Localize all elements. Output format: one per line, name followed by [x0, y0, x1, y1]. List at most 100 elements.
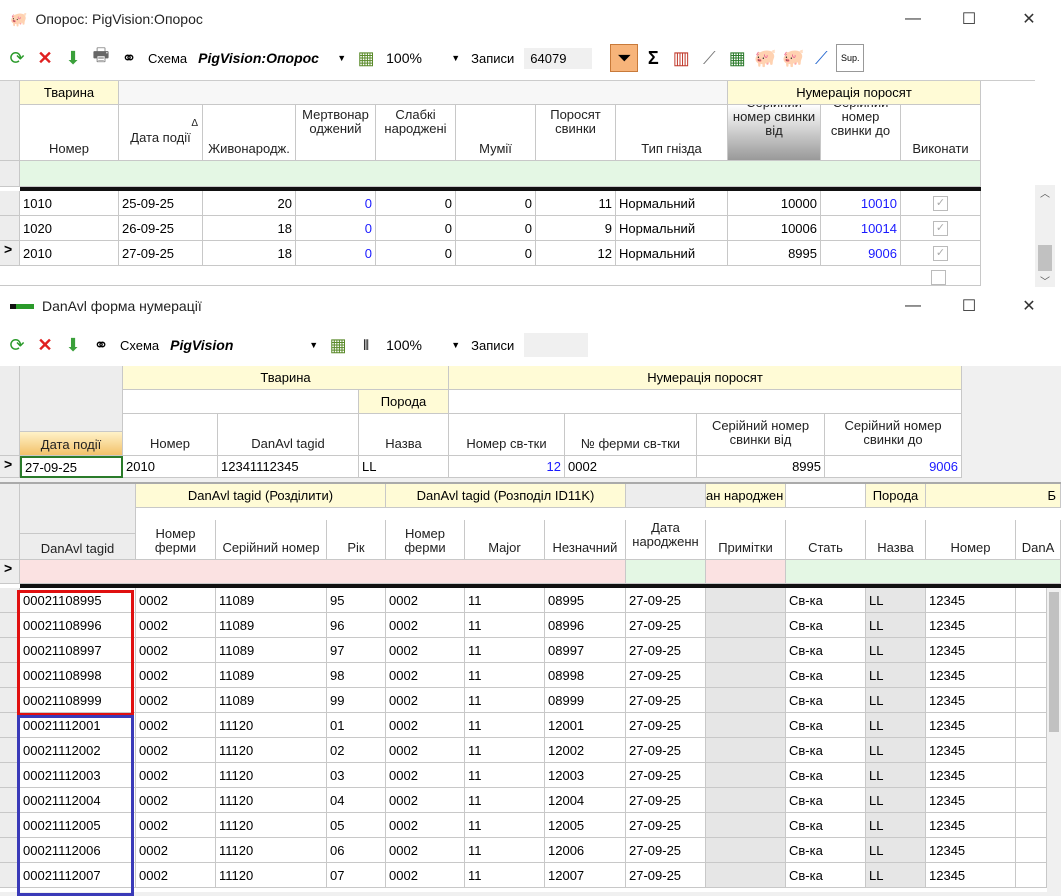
cell-danavl[interactable]	[1016, 688, 1047, 713]
cell-major[interactable]: 11	[465, 638, 545, 663]
cell-notes[interactable]	[706, 863, 786, 888]
cell-num[interactable]: 12345	[926, 588, 1016, 613]
cell-mertvo[interactable]: 0	[296, 191, 376, 216]
col-nomer[interactable]: Номер	[20, 105, 119, 161]
cell-breed[interactable]: LL	[866, 663, 926, 688]
cell-mertvo[interactable]: 0	[296, 216, 376, 241]
cell-mumii[interactable]: 0	[456, 216, 536, 241]
cell-year[interactable]: 96	[327, 613, 386, 638]
cell-major[interactable]: 11	[465, 763, 545, 788]
cell-minor[interactable]: 08996	[545, 613, 626, 638]
cell-farm2[interactable]: 0002	[386, 613, 465, 638]
vertical-scrollbar[interactable]	[1047, 588, 1061, 894]
cell-event-date[interactable]: 27-09-25	[20, 456, 123, 478]
cell-sex[interactable]: Св-ка	[786, 688, 866, 713]
cell-num[interactable]: 12345	[926, 838, 1016, 863]
col-notes[interactable]: Примітки	[706, 520, 786, 560]
cell-zhyvo[interactable]: 18	[203, 241, 296, 266]
cell-breed[interactable]: LL	[866, 588, 926, 613]
col-danavl[interactable]: DanA	[1016, 520, 1061, 560]
save-down-icon[interactable]: ⬇	[60, 332, 86, 358]
cell-sex[interactable]: Св-ка	[786, 663, 866, 688]
cell-danavl[interactable]	[1016, 638, 1047, 663]
cell-serial[interactable]: 11120	[216, 738, 327, 763]
cell-zhyvo[interactable]: 18	[203, 216, 296, 241]
cell-serial[interactable]: 11120	[216, 838, 327, 863]
cell-farm[interactable]: 0002	[136, 788, 216, 813]
cell-num[interactable]: 12345	[926, 663, 1016, 688]
cell-sex[interactable]: Св-ка	[786, 863, 866, 888]
cell-year[interactable]: 99	[327, 688, 386, 713]
cell-date[interactable]: 26-09-25	[119, 216, 203, 241]
cell-danavl[interactable]	[1016, 838, 1047, 863]
cell-serial[interactable]: 11089	[216, 588, 327, 613]
syringe-icon[interactable]: ⟋	[808, 45, 834, 71]
cell-major[interactable]: 11	[465, 688, 545, 713]
cell-sex[interactable]: Св-ка	[786, 588, 866, 613]
cell-year[interactable]: 07	[327, 863, 386, 888]
cell-serial[interactable]: 11120	[216, 763, 327, 788]
scrollbar-thumb[interactable]	[1038, 245, 1052, 271]
filter-row[interactable]	[20, 560, 626, 584]
col-sex[interactable]: Стать	[786, 520, 866, 560]
col-sow-farm[interactable]: № ферми св-тки	[565, 414, 697, 456]
delete-icon[interactable]: ✕	[32, 45, 58, 71]
cell-danavl[interactable]	[1016, 588, 1047, 613]
cell-born[interactable]: 27-09-25	[626, 763, 706, 788]
col-serial[interactable]: Серійний номер	[216, 520, 327, 560]
cell-farm2[interactable]: 0002	[386, 763, 465, 788]
col-major[interactable]: Major	[465, 520, 545, 560]
cell-to[interactable]: 9006	[825, 456, 962, 478]
checkbox[interactable]: ✓	[933, 195, 948, 211]
cell-major[interactable]: 11	[465, 663, 545, 688]
cell-born[interactable]: 27-09-25	[626, 638, 706, 663]
cell-born[interactable]: 27-09-25	[626, 838, 706, 863]
col-from[interactable]: Серійний номер свинки від	[697, 414, 825, 456]
col-date[interactable]: Δ Дата події	[119, 105, 203, 161]
col-year[interactable]: Рік	[327, 520, 386, 560]
cell-serial[interactable]: 11120	[216, 713, 327, 738]
cell-notes[interactable]	[706, 688, 786, 713]
filter-icon[interactable]: ⏷	[610, 44, 639, 72]
cell-born[interactable]: 27-09-25	[626, 588, 706, 613]
cell-sow-no[interactable]: 12	[449, 456, 565, 478]
print-icon[interactable]: 🖶	[88, 45, 114, 71]
cell-mumii[interactable]: 0	[456, 191, 536, 216]
cell-farm[interactable]: 0002	[136, 613, 216, 638]
cell-notes[interactable]	[706, 813, 786, 838]
execute-checkbox-cell[interactable]: ✓	[901, 241, 981, 266]
cell-born[interactable]: 27-09-25	[626, 663, 706, 688]
col-sow-no[interactable]: Номер св-тки	[449, 414, 565, 456]
cell-serial[interactable]: 11120	[216, 813, 327, 838]
execute-checkbox-cell[interactable]: ✓	[901, 216, 981, 241]
cell-year[interactable]: 97	[327, 638, 386, 663]
cell-year[interactable]: 02	[327, 738, 386, 763]
filter-row[interactable]	[626, 560, 706, 584]
vertical-scrollbar[interactable]: ︿ ﹀	[1035, 185, 1055, 289]
cell-farm[interactable]: 0002	[136, 813, 216, 838]
pig-add-icon[interactable]: 🐖	[752, 45, 778, 71]
filter-row[interactable]	[786, 560, 1061, 584]
delete-icon[interactable]: ✕	[32, 332, 58, 358]
cell-farm[interactable]: 0002	[136, 638, 216, 663]
col-from[interactable]: Серійний номер свинки від	[728, 105, 821, 161]
cell-major[interactable]: 11	[465, 863, 545, 888]
cell-from[interactable]: 10000	[728, 191, 821, 216]
cell-notes[interactable]	[706, 663, 786, 688]
col-porosyat[interactable]: Поросят свинки	[536, 105, 616, 161]
col-nomer[interactable]: Номер	[123, 414, 218, 456]
col-to[interactable]: Серійний номер свинки до	[825, 414, 962, 456]
cell-farm2[interactable]: 0002	[386, 588, 465, 613]
cell-born[interactable]: 27-09-25	[626, 688, 706, 713]
cell-minor[interactable]: 12006	[545, 838, 626, 863]
cell-farm[interactable]: 0002	[136, 863, 216, 888]
cell-num[interactable]: 12345	[926, 713, 1016, 738]
close-button[interactable]: ✕	[1006, 287, 1052, 325]
col-typ[interactable]: Тип гнізда	[616, 105, 728, 161]
cell-breed[interactable]: LL	[866, 813, 926, 838]
cell-sex[interactable]: Св-ка	[786, 838, 866, 863]
cell-num[interactable]: 12345	[926, 788, 1016, 813]
cell-to[interactable]: 9006	[821, 241, 901, 266]
cell-num[interactable]: 12345	[926, 763, 1016, 788]
cell-nomer[interactable]: 2010	[123, 456, 218, 478]
